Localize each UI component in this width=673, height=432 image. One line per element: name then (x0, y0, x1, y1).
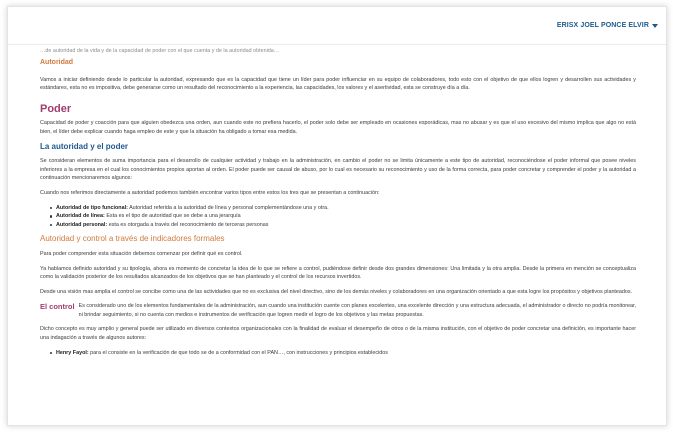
cut-top-line: …de autoridad de la vida y de la capacid… (40, 48, 280, 53)
list-item: Autoridad personal: esta es otorgada a t… (50, 221, 636, 230)
list-item: Autoridad de tipo funcional: Autoridad r… (50, 204, 636, 213)
document-content: …de autoridad de la vida y de la capacid… (8, 45, 666, 357)
paragraph-final: Dicho concepto es muy amplio y general p… (40, 326, 636, 342)
browser-window: ERISX JOEL PONCE ELVIR …de autoridad de … (7, 6, 667, 426)
paragraph-control-3: Desde una visión mas amplia el control s… (40, 288, 633, 295)
el-control-text: Es considerado uno de los elementos fund… (78, 303, 636, 318)
tipos-autoridad-list: Autoridad de tipo funcional: Autoridad r… (50, 204, 636, 230)
top-bar: ERISX JOEL PONCE ELVIR (8, 7, 666, 45)
paragraph-control-2: Ya hablamos definido autoridad y su tipo… (40, 265, 636, 281)
list-item: Henry Fayol: para el consiste en la veri… (50, 349, 636, 358)
chevron-down-icon[interactable] (652, 24, 658, 28)
user-menu[interactable]: ERISX JOEL PONCE ELVIR (557, 22, 658, 29)
heading-control-indicadores: Autoridad y control a través de indicado… (40, 234, 225, 244)
paragraph-poder: Capacidad de poder y coacción para que a… (40, 120, 636, 135)
autores-list: Henry Fayol: para el consiste en la veri… (50, 349, 636, 358)
el-control-row: El control Es considerado uno de los ele… (40, 302, 636, 319)
paragraph-control-1: Para poder comprender esta situación deb… (40, 250, 243, 257)
paragraph-autoridad-poder-1: Se consideran elementos de suma importan… (40, 158, 636, 182)
list-item: Autoridad de línea: Esta es el tipo de a… (50, 212, 636, 221)
heading-autoridad-y-poder: La autoridad y el poder (40, 141, 129, 151)
heading-autoridad: Autoridad (40, 59, 74, 66)
el-control-term: El control (40, 302, 75, 312)
paragraph-autoridad-poder-2: Cuando nos referimos directamente a auto… (40, 189, 380, 196)
bottom-fade (8, 411, 666, 425)
heading-poder: Poder (40, 102, 72, 115)
user-name: ERISX JOEL PONCE ELVIR (556, 22, 649, 29)
paragraph-autoridad: Vamos a iniciar definiendo desde lo part… (40, 76, 636, 92)
